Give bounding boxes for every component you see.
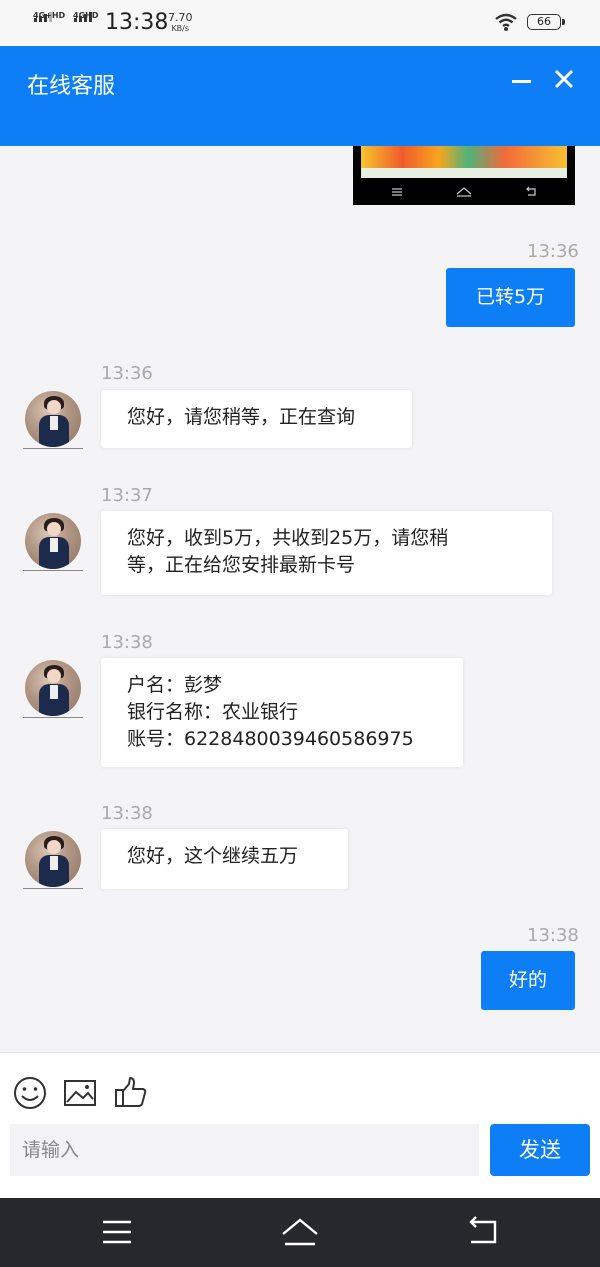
message-time: 13:36 <box>527 241 579 262</box>
back-icon[interactable] <box>463 1214 503 1250</box>
page-title: 在线客服 <box>27 74 116 99</box>
avatar-underline <box>23 448 83 449</box>
agent-avatar[interactable] <box>25 660 81 716</box>
agent-avatar[interactable] <box>25 513 81 569</box>
avatar-underline <box>23 717 83 718</box>
screenshot-strip <box>361 168 567 178</box>
incoming-message-bubble: 您好，这个继续五万 <box>101 829 348 889</box>
message-time: 13:38 <box>101 803 153 824</box>
send-button[interactable]: 发送 <box>490 1124 590 1176</box>
network-speed-value: 7.70 <box>168 11 193 24</box>
smiley-icon[interactable] <box>12 1075 48 1111</box>
message-text-line: 您好，这个继续五万 <box>127 845 299 867</box>
agent-avatar[interactable] <box>25 391 81 447</box>
battery-indicator: 66 <box>527 14 565 30</box>
wifi-icon <box>495 13 517 31</box>
screenshot-content <box>361 146 567 168</box>
screenshot-nav-icons <box>392 186 536 197</box>
minimize-button[interactable] <box>512 66 532 90</box>
message-time: 13:38 <box>527 925 579 946</box>
close-icon[interactable] <box>551 66 577 92</box>
image-icon[interactable] <box>62 1075 98 1111</box>
message-time: 13:36 <box>101 363 153 384</box>
message-time: 13:37 <box>101 485 153 506</box>
thumbs-up-icon[interactable] <box>113 1075 149 1111</box>
avatar-underline <box>23 570 83 571</box>
message-text-line: 您好，请您稍等，正在查询 <box>127 406 356 428</box>
incoming-message-bubble: 您好，请您稍等，正在查询 <box>101 390 412 448</box>
message-input[interactable] <box>10 1124 479 1176</box>
status-time: 13:38 <box>105 10 169 35</box>
menu-icon[interactable] <box>97 1214 137 1250</box>
system-nav-bar <box>0 1198 600 1267</box>
home-icon[interactable] <box>280 1214 320 1250</box>
shared-screenshot-image[interactable] <box>353 146 575 205</box>
message-text-line: 您好，收到5万，共收到25万，请您稍 <box>127 527 449 549</box>
account-name-line: 户名：彭梦 <box>127 674 223 696</box>
account-number-line: 账号：6228480039460586975 <box>127 728 414 750</box>
bank-name-line: 银行名称：农业银行 <box>127 701 299 723</box>
message-time: 13:38 <box>101 632 153 653</box>
message-text-line: 等，正在给您安排最新卡号 <box>127 554 356 576</box>
outgoing-message-bubble: 已转5万 <box>446 268 575 327</box>
chat-header: 在线客服 <box>0 46 600 146</box>
network-speed: 7.70 KB/s <box>168 12 193 34</box>
avatar-underline <box>23 888 83 889</box>
agent-avatar[interactable] <box>25 831 81 887</box>
incoming-message-bubble: 您好，收到5万，共收到25万，请您稍 等，正在给您安排最新卡号 <box>101 511 552 595</box>
outgoing-message-bubble: 好的 <box>481 951 575 1010</box>
incoming-message-bubble: 户名：彭梦 银行名称：农业银行 账号：6228480039460586975 <box>101 658 463 767</box>
minimize-icon <box>512 80 531 83</box>
composer: 发送 <box>0 1052 600 1199</box>
status-bar: 4G+HD 4GHD 13:38 7.70 KB/s 66 <box>0 0 600 46</box>
network-speed-unit: KB/s <box>171 24 190 33</box>
